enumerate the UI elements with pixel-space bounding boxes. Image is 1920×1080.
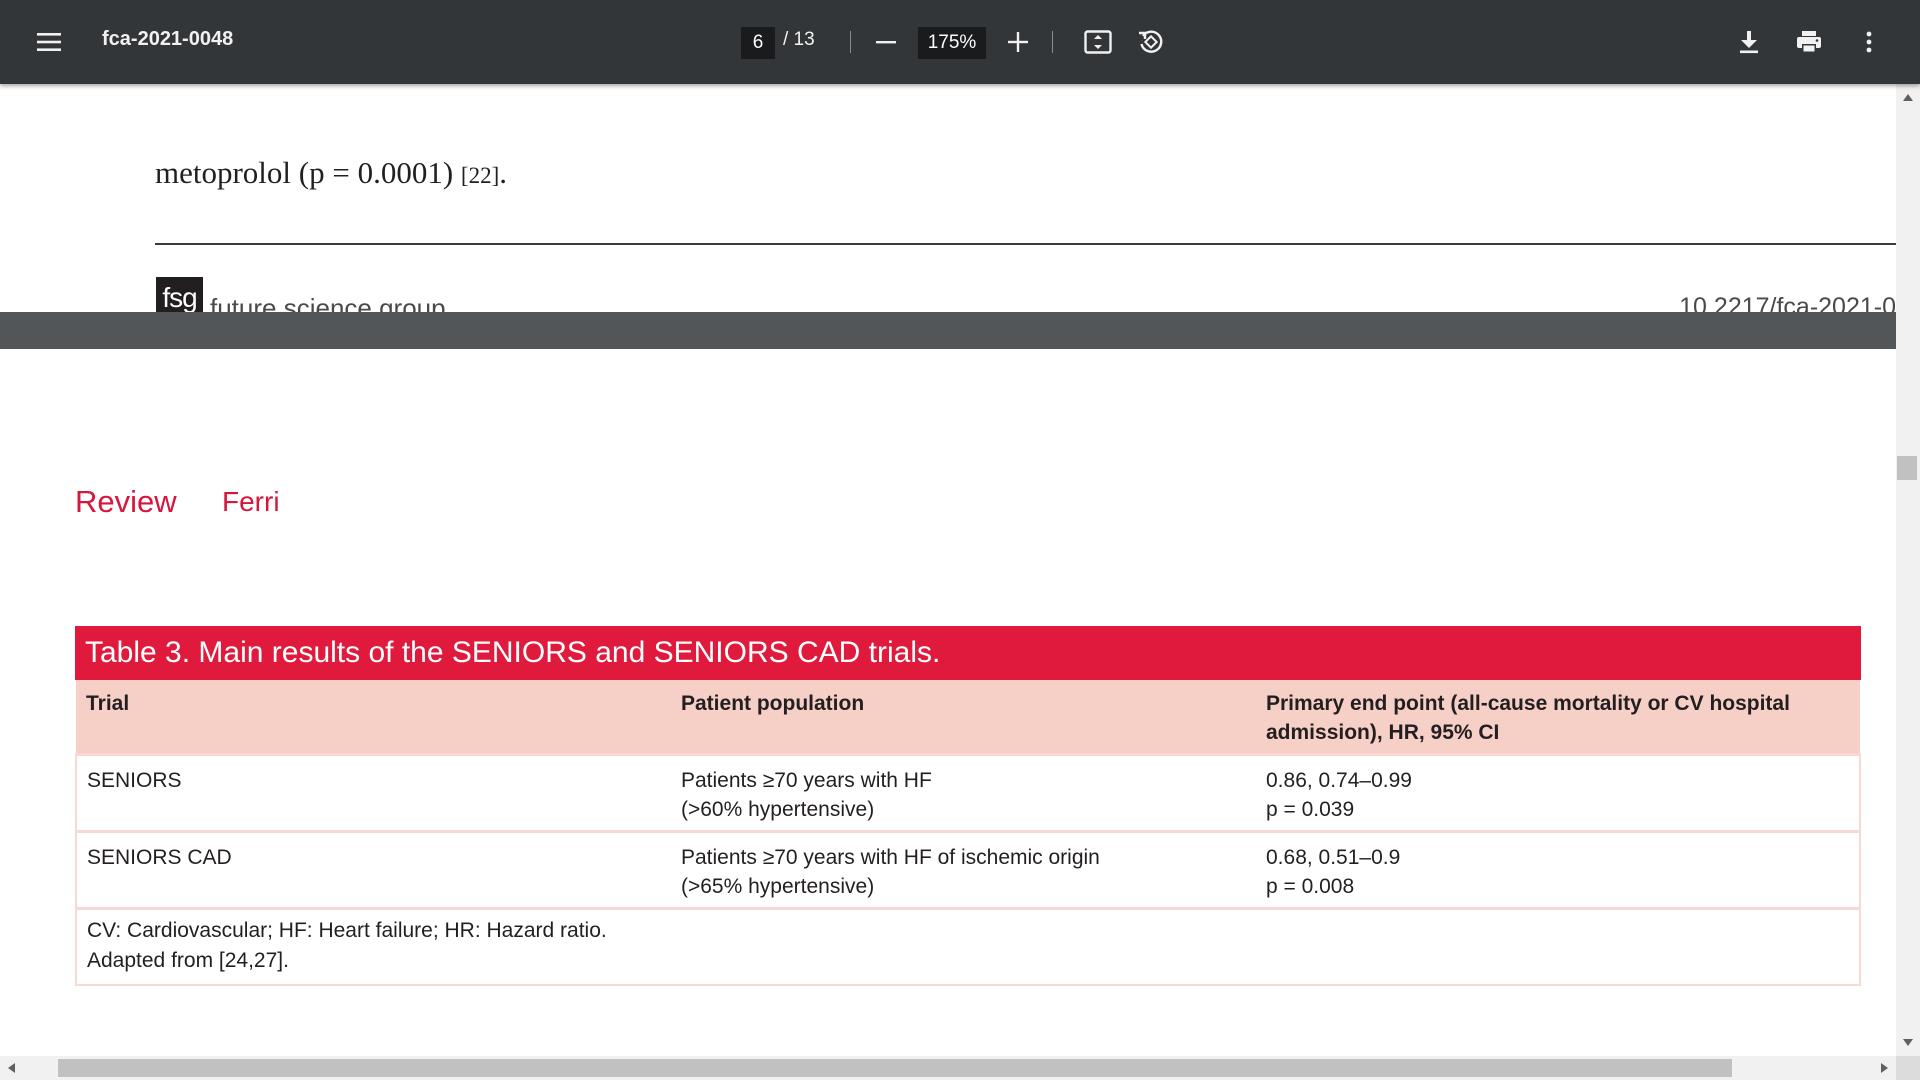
page-total: / 13 [783,29,815,50]
cell-line: p = 0.008 [1266,875,1355,898]
body-text: metoprolol (p = 0.0001) [155,155,461,190]
cell-line: 0.68, 0.51–0.9 [1266,846,1401,869]
horizontal-scrollbar[interactable] [0,1056,1896,1080]
body-text-end: . [499,155,507,190]
body-text-line: metoprolol (p = 0.0001) [22]. [155,155,507,191]
zoom-level-input[interactable]: 175% [918,27,986,59]
scroll-up-arrow-icon[interactable] [1903,94,1913,101]
page-number-input[interactable]: 6 [741,27,775,59]
fit-to-page-icon [1084,30,1112,54]
minus-icon [876,41,896,44]
menu-button[interactable] [29,22,69,62]
toolbar-divider [1052,31,1053,53]
table-footnote: CV: Cardiovascular; HF: Heart failure; H… [75,907,1861,986]
scroll-left-arrow-icon[interactable] [8,1063,15,1073]
table-cell: SENIORS [75,753,671,832]
vertical-scroll-thumb[interactable] [1897,456,1917,480]
scroll-right-arrow-icon[interactable] [1881,1063,1888,1073]
scrollbar-corner [1896,1056,1920,1080]
author-label: Ferri [222,486,280,517]
cell-line: 0.86, 0.74–0.99 [1266,769,1412,792]
more-actions-button[interactable] [1849,22,1889,62]
hamburger-menu-icon [37,33,61,51]
column-header: Patient population [671,680,1256,755]
table-cell: 0.68, 0.51–0.9 p = 0.008 [1256,830,1861,907]
rotate-button[interactable] [1131,22,1171,62]
toolbar-divider [850,31,851,53]
document-title: fca-2021-0048 [102,28,234,50]
publisher-logo: fsg [156,277,203,312]
footnote-line: Adapted from [24,27]. [87,949,289,972]
table-caption: Table 3. Main results of the SENIORS and… [75,626,1861,680]
rotate-counterclockwise-icon [1139,30,1163,53]
table-header-row: Trial Patient population Primary end poi… [76,680,1860,755]
printer-icon [1797,31,1821,53]
publisher-name: future science group [210,293,446,312]
download-button[interactable] [1729,22,1769,62]
table-row: SENIORS Patients ≥70 years with HF (>60%… [75,753,1861,832]
pdf-toolbar: fca-2021-0048 6 / 13 175% [0,0,1920,84]
table-cell: 0.86, 0.74–0.99 p = 0.039 [1256,753,1861,832]
cell-line: (>65% hypertensive) [681,875,875,898]
citation-ref: [22] [460,163,500,188]
pdf-page: Review Ferri Table 3. Main results of th… [0,349,1896,1056]
table-cell: Patients ≥70 years with HF (>60% hyperte… [671,753,1256,832]
table-row: SENIORS CAD Patients ≥70 years with HF o… [75,830,1861,907]
cell-line: (>60% hypertensive) [681,798,875,821]
table-grid: Trial Patient population Primary end poi… [75,680,1861,907]
download-icon [1740,31,1758,54]
pdf-page: metoprolol (p = 0.0001) [22]. fsg future… [0,84,1896,312]
doi-text: 10.2217/fca-2021-0 [1679,293,1896,312]
pdf-viewer[interactable]: metoprolol (p = 0.0001) [22]. fsg future… [0,84,1896,1056]
zoom-out-button[interactable] [866,22,906,62]
table-cell: Patients ≥70 years with HF of ischemic o… [671,830,1256,907]
scroll-down-arrow-icon[interactable] [1903,1039,1913,1046]
plus-icon [1008,32,1028,52]
section-label: Review [75,484,177,519]
table-cell: SENIORS CAD [75,830,671,907]
column-header: Trial [76,680,671,755]
print-button[interactable] [1789,22,1829,62]
vertical-scrollbar[interactable] [1896,84,1920,1056]
zoom-in-button[interactable] [998,22,1038,62]
fit-to-page-button[interactable] [1078,22,1118,62]
results-table: Table 3. Main results of the SENIORS and… [75,626,1861,986]
footer-rule [155,243,1896,245]
cell-line: p = 0.039 [1266,798,1355,821]
cell-line: Patients ≥70 years with HF of ischemic o… [681,846,1100,869]
footnote-line: CV: Cardiovascular; HF: Heart failure; H… [87,919,607,942]
column-header: Primary end point (all-cause mortality o… [1256,680,1860,755]
horizontal-scroll-thumb[interactable] [58,1059,1732,1077]
vertical-ellipsis-icon [1866,31,1872,53]
cell-line: Patients ≥70 years with HF [681,769,932,792]
